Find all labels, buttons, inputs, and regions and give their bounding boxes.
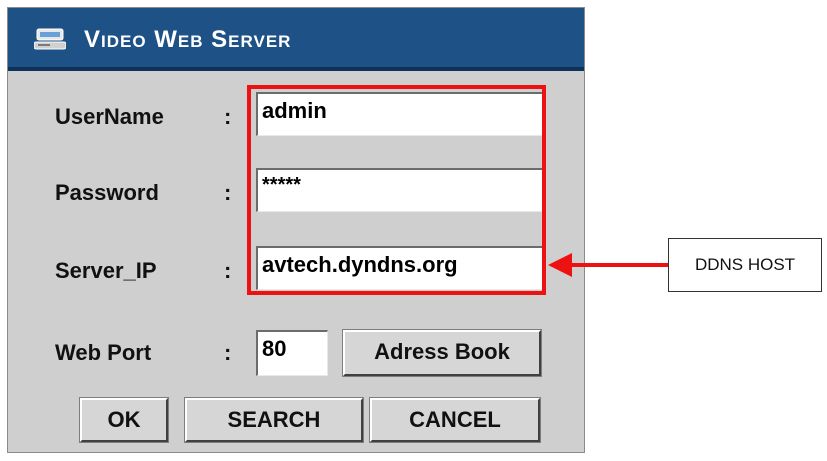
username-label: UserName [55, 104, 164, 129]
cancel-button[interactable]: CANCEL [369, 397, 541, 443]
search-button[interactable]: SEARCH [184, 397, 364, 443]
password-colon: : [224, 180, 232, 205]
server-ip-label: Server_IP [55, 258, 157, 283]
server-icon [34, 28, 66, 50]
username-colon: : [224, 104, 232, 129]
address-book-button[interactable]: Adress Book [342, 329, 542, 377]
ok-button[interactable]: OK [79, 397, 169, 443]
highlight-box [247, 85, 546, 295]
server-ip-colon: : [224, 258, 232, 283]
title-bar: Video Web Server [8, 8, 584, 71]
web-port-field[interactable]: 80 [256, 330, 328, 376]
ddns-host-callout: DDNS HOST [668, 238, 822, 292]
window-title: Video Web Server [84, 26, 292, 53]
password-label: Password [55, 180, 159, 205]
web-port-colon: : [224, 340, 232, 365]
arrow-line [568, 263, 668, 267]
web-port-label: Web Port [55, 340, 152, 365]
